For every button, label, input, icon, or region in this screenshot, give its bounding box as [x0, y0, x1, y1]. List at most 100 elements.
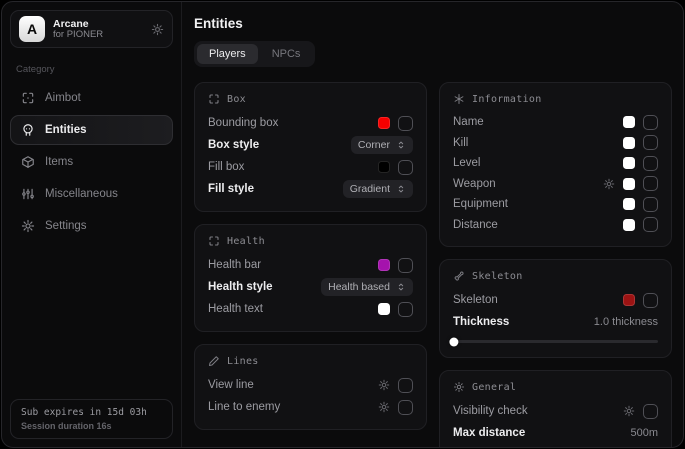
- sidebar-item-settings[interactable]: Settings: [10, 211, 173, 241]
- brand-settings-icon[interactable]: [151, 23, 164, 36]
- color-swatch[interactable]: [378, 259, 390, 271]
- health-bar-checkbox[interactable]: [398, 258, 413, 273]
- thickness-slider-handle[interactable]: [449, 337, 458, 346]
- distance-checkbox[interactable]: [643, 217, 658, 232]
- kill-row: Kill: [453, 133, 658, 154]
- crosshair-icon: [21, 91, 35, 105]
- line-to-enemy-settings-icon[interactable]: [378, 401, 390, 413]
- sidebar-item-miscellaneous[interactable]: Miscellaneous: [10, 179, 173, 209]
- chevron-up-down-icon: [396, 184, 406, 194]
- fill-box-checkbox[interactable]: [398, 160, 413, 175]
- box-style-row: Box style Corner: [208, 134, 413, 156]
- brand-title: Arcane: [53, 18, 143, 30]
- max-distance-value: 500m: [630, 427, 658, 439]
- card-title: Skeleton: [472, 271, 523, 282]
- fill-style-row: Fill style Gradient: [208, 178, 413, 200]
- thickness-slider[interactable]: [453, 337, 658, 346]
- row-label: Health style: [208, 281, 273, 293]
- view-line-checkbox[interactable]: [398, 378, 413, 393]
- box-card: Box Bounding box Box style Corner: [194, 82, 427, 212]
- dropdown-value: Gradient: [350, 183, 390, 195]
- row-label: Kill: [453, 137, 468, 149]
- weapon-checkbox[interactable]: [643, 176, 658, 191]
- sidebar-item-aimbot[interactable]: Aimbot: [10, 83, 173, 113]
- visibility-check-checkbox[interactable]: [643, 404, 658, 419]
- page-title: Entities: [194, 16, 672, 31]
- subscription-info-card: Sub expires in 15d 03h Session duration …: [10, 399, 173, 439]
- cube-icon: [21, 155, 35, 169]
- health-brackets-icon: [208, 235, 220, 247]
- color-swatch[interactable]: [623, 137, 635, 149]
- max-distance-row: Max distance 500m: [453, 422, 658, 444]
- weapon-row: Weapon: [453, 174, 658, 195]
- equipment-checkbox[interactable]: [643, 197, 658, 212]
- health-style-row: Health style Health based: [208, 276, 413, 298]
- sidebar-item-entities[interactable]: Entities: [10, 115, 173, 145]
- thickness-value: 1.0 thickness: [594, 316, 658, 328]
- row-label: Distance: [453, 219, 498, 231]
- skeleton-row: Skeleton: [453, 289, 658, 311]
- tab-npcs[interactable]: NPCs: [260, 44, 313, 64]
- brand-logo: A: [19, 16, 45, 42]
- card-title: General: [472, 382, 516, 393]
- tab-players[interactable]: Players: [197, 44, 258, 64]
- sidebar-item-label: Settings: [45, 220, 87, 232]
- sidebar-item-label: Items: [45, 156, 73, 168]
- row-label: Equipment: [453, 198, 508, 210]
- color-swatch[interactable]: [623, 116, 635, 128]
- card-title: Lines: [227, 356, 259, 367]
- box-brackets-icon: [208, 93, 220, 105]
- row-label: Fill box: [208, 161, 244, 173]
- kill-checkbox[interactable]: [643, 135, 658, 150]
- row-label: Skeleton: [453, 294, 498, 306]
- visibility-check-settings-icon[interactable]: [623, 405, 635, 417]
- bone-icon: [453, 270, 465, 282]
- bounding-box-checkbox[interactable]: [398, 116, 413, 131]
- entities-icon: [21, 123, 35, 137]
- sidebar-item-items[interactable]: Items: [10, 147, 173, 177]
- category-label: Category: [16, 64, 173, 75]
- row-label: Name: [453, 116, 484, 128]
- row-label: Line to enemy: [208, 401, 280, 413]
- row-label: Weapon: [453, 178, 496, 190]
- color-swatch[interactable]: [623, 198, 635, 210]
- brand-card: A Arcane for PIONER: [10, 10, 173, 48]
- color-swatch[interactable]: [623, 294, 635, 306]
- app-window: A Arcane for PIONER Category Aimbot: [1, 1, 684, 448]
- weapon-settings-icon[interactable]: [603, 178, 615, 190]
- sidebar-item-label: Miscellaneous: [45, 188, 118, 200]
- general-card: General Visibility check Max distance 50…: [439, 370, 672, 448]
- row-label: Bounding box: [208, 117, 278, 129]
- health-text-checkbox[interactable]: [398, 302, 413, 317]
- box-style-dropdown[interactable]: Corner: [351, 136, 413, 154]
- pencil-icon: [208, 355, 220, 367]
- lines-card: Lines View line Line to enemy: [194, 344, 427, 430]
- info-asterisk-icon: [453, 93, 465, 105]
- card-title: Information: [472, 94, 542, 105]
- level-checkbox[interactable]: [643, 156, 658, 171]
- color-swatch[interactable]: [378, 161, 390, 173]
- distance-row: Distance: [453, 215, 658, 236]
- sliders-icon: [21, 187, 35, 201]
- line-to-enemy-checkbox[interactable]: [398, 400, 413, 415]
- health-style-dropdown[interactable]: Health based: [321, 278, 413, 296]
- sidebar: A Arcane for PIONER Category Aimbot: [2, 2, 182, 447]
- color-swatch[interactable]: [623, 219, 635, 231]
- name-row: Name: [453, 112, 658, 133]
- view-line-settings-icon[interactable]: [378, 379, 390, 391]
- color-swatch[interactable]: [378, 303, 390, 315]
- dropdown-value: Corner: [358, 139, 390, 151]
- sun-icon: [453, 381, 465, 393]
- name-checkbox[interactable]: [643, 115, 658, 130]
- sidebar-item-label: Entities: [45, 124, 87, 136]
- visibility-check-row: Visibility check: [453, 400, 658, 422]
- fill-style-dropdown[interactable]: Gradient: [343, 180, 413, 198]
- thickness-row: Thickness 1.0 thickness: [453, 311, 658, 333]
- skeleton-card: Skeleton Skeleton Thickness 1.0 thicknes…: [439, 259, 672, 358]
- fill-box-row: Fill box: [208, 156, 413, 178]
- skeleton-checkbox[interactable]: [643, 293, 658, 308]
- color-swatch[interactable]: [623, 178, 635, 190]
- color-swatch[interactable]: [623, 157, 635, 169]
- color-swatch[interactable]: [378, 117, 390, 129]
- health-bar-row: Health bar: [208, 254, 413, 276]
